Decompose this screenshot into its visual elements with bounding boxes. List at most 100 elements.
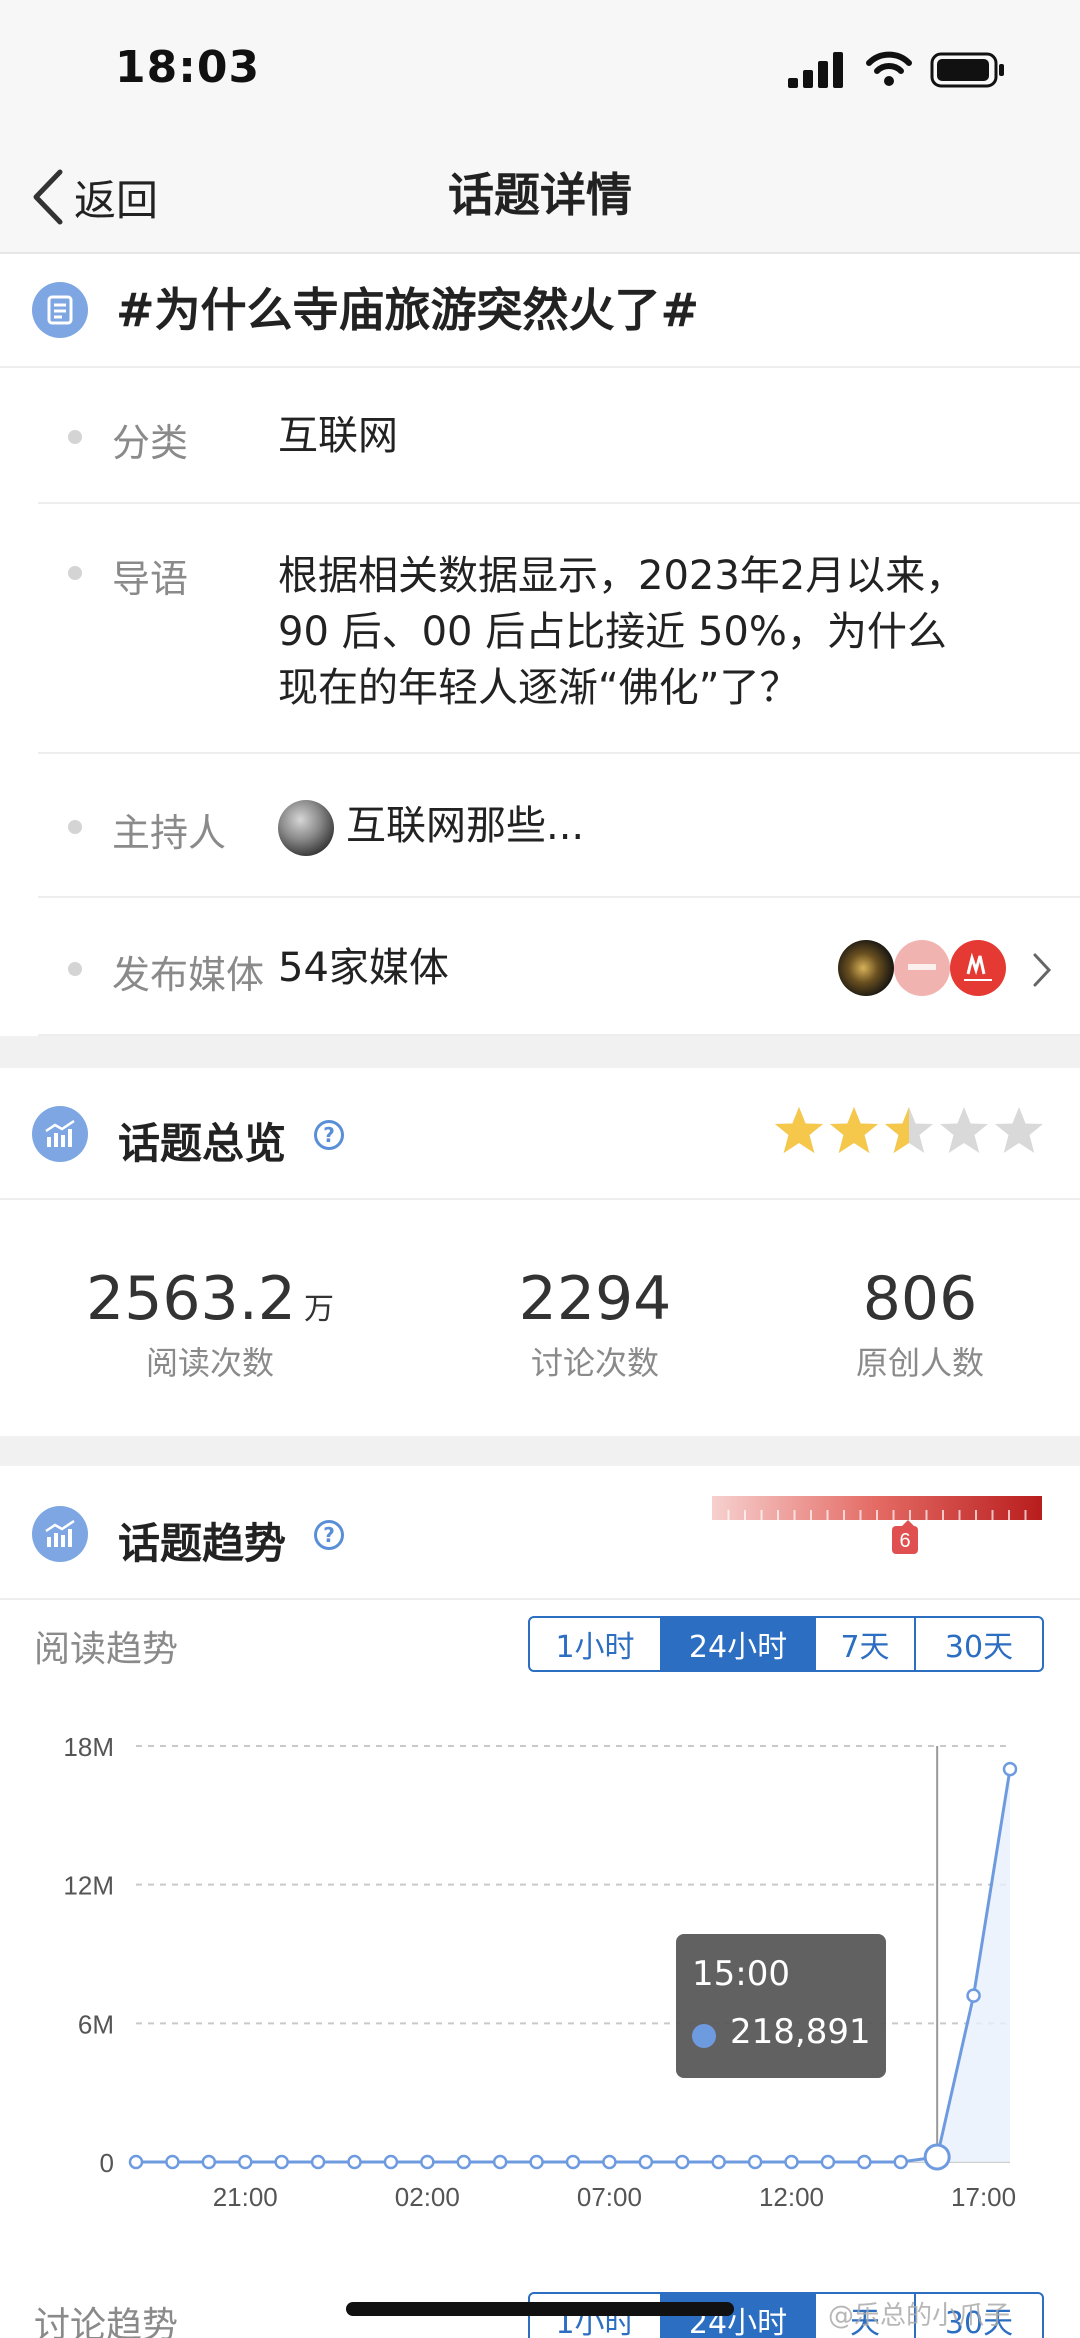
tab-24-hours[interactable]: 24小时: [660, 2294, 814, 2338]
media-logo[interactable]: [894, 940, 950, 996]
overview-title: 话题总览: [118, 1119, 287, 1168]
topic-title: #为什么寺庙旅游突然火了#: [116, 283, 700, 337]
intro-line: 根据相关数据显示，2023年2月以来，: [278, 553, 966, 599]
intro-line: 90 后、00 后占比接近 50%，为什么: [278, 609, 947, 655]
chevron-right-icon[interactable]: [1032, 952, 1052, 988]
data-point[interactable]: [784, 2154, 799, 2170]
home-indicator[interactable]: [346, 2302, 734, 2316]
stat-value: 2294: [518, 1264, 672, 1334]
star-icon: [775, 1107, 823, 1153]
read-trend-tabs: 1小时 24小时 7天 30天: [528, 1616, 1044, 1672]
media-logo[interactable]: [838, 940, 894, 996]
stat-label: 原创人数: [855, 1344, 984, 1382]
data-point[interactable]: [383, 2154, 399, 2170]
data-point[interactable]: [857, 2154, 872, 2170]
category-row: 分类 互联网: [38, 368, 1080, 504]
section-divider: [0, 1436, 1080, 1466]
stat-unit: 万: [303, 1292, 334, 1327]
trend-title: 话题趋势: [118, 1519, 287, 1568]
tooltip-time: 15:00: [692, 1954, 790, 1994]
data-point[interactable]: [310, 2154, 326, 2170]
x-tick-label: 12:00: [759, 2182, 824, 2212]
read-trend-label: 阅读趋势: [34, 1629, 179, 1670]
app-root: 18:03 返回 话题详情 #为什么寺庙旅游突然火了# 分类 互联网 导语 根据…: [0, 0, 1080, 2338]
section-divider: [0, 1036, 1080, 1068]
battery-icon: [930, 52, 1004, 88]
intro-label: 导语: [112, 557, 189, 601]
page-title: 话题详情: [448, 168, 632, 222]
data-point[interactable]: [675, 2154, 690, 2170]
data-point[interactable]: [165, 2154, 180, 2170]
data-point[interactable]: [492, 2154, 508, 2170]
media-count: 54家媒体: [278, 945, 449, 991]
data-point[interactable]: [128, 2154, 144, 2170]
status-time: 18:03: [115, 42, 261, 93]
help-icon[interactable]: ?: [314, 1120, 344, 1150]
data-point[interactable]: [893, 2154, 908, 2170]
data-point[interactable]: [638, 2154, 654, 2170]
data-point[interactable]: [1002, 1761, 1018, 1777]
stat-value: 806: [862, 1264, 978, 1334]
x-tick-label: 02:00: [395, 2182, 460, 2212]
intro-row: 导语 根据相关数据显示，2023年2月以来， 90 后、00 后占比接近 50%…: [38, 504, 1080, 754]
stat-reads: 2563.2 万 阅读次数: [40, 1262, 380, 1384]
help-icon[interactable]: ?: [314, 1520, 344, 1550]
tab-1-hour[interactable]: 1小时: [530, 1618, 660, 1670]
media-label: 发布媒体: [112, 953, 265, 997]
data-point[interactable]: [711, 2154, 726, 2170]
stat-discussions: 2294 讨论次数: [440, 1262, 750, 1384]
chart-icon: [32, 1506, 88, 1562]
chart-tooltip: 15:00 218,891: [676, 1934, 886, 2078]
tooltip-value: 218,891: [730, 2012, 871, 2052]
data-point[interactable]: [747, 2154, 763, 2170]
intro-text: 根据相关数据显示，2023年2月以来， 90 后、00 后占比接近 50%，为什…: [278, 548, 1058, 716]
host-avatar[interactable]: [278, 800, 334, 856]
topic-header: #为什么寺庙旅游突然火了#: [0, 254, 1080, 368]
x-tick-label: 17:00: [951, 2182, 1016, 2212]
host-row[interactable]: 主持人 互联网那些...: [38, 754, 1080, 898]
data-point[interactable]: [274, 2154, 289, 2170]
intro-line: 现在的年轻人逐渐“佛化”了？: [278, 665, 800, 711]
read-trend-chart[interactable]: 0 6M 12M 18M 21:00 02:00 07:00 12:00 17:00: [0, 1700, 1080, 2220]
discuss-trend-label: 讨论趋势: [34, 2305, 179, 2338]
star-icon: [885, 1107, 933, 1153]
watermark: @乐总的小爪子: [828, 2301, 1011, 2331]
data-point[interactable]: [456, 2154, 471, 2170]
data-point[interactable]: [565, 2154, 581, 2170]
star-icon: [830, 1107, 878, 1153]
heat-level: 6: [899, 1530, 910, 1552]
data-point[interactable]: [420, 2154, 435, 2170]
tab-24-hours[interactable]: 24小时: [660, 1618, 814, 1670]
tab-7-days[interactable]: 7天: [814, 1618, 914, 1670]
stat-label: 讨论次数: [530, 1344, 659, 1382]
chart-icon: [32, 1106, 88, 1162]
data-point[interactable]: [238, 2154, 253, 2170]
tab-1-hour[interactable]: 1小时: [530, 2294, 660, 2338]
x-tick-label: 07:00: [577, 2182, 642, 2212]
data-point[interactable]: [966, 1988, 981, 2003]
data-point[interactable]: [529, 2154, 544, 2170]
x-tick-label: 21:00: [213, 2182, 278, 2212]
y-tick-label: 6M: [78, 2009, 114, 2039]
data-point[interactable]: [201, 2154, 217, 2170]
media-logo[interactable]: [950, 940, 1006, 996]
bullet-dot: [68, 430, 82, 444]
media-row[interactable]: 发布媒体 54家媒体: [38, 898, 1080, 1036]
stat-original-authors: 806 原创人数: [770, 1262, 1070, 1384]
status-bar: 18:03: [0, 0, 1080, 140]
star-icon: [995, 1107, 1043, 1153]
data-point[interactable]: [347, 2154, 362, 2170]
bullet-dot: [68, 962, 82, 976]
wifi-icon: [866, 51, 912, 86]
y-tick-label: 0: [100, 2148, 114, 2178]
bullet-dot: [68, 566, 82, 580]
data-point[interactable]: [820, 2154, 836, 2170]
stat-value: 2563.2: [86, 1264, 296, 1334]
data-point[interactable]: [923, 2143, 951, 2171]
category-label: 分类: [112, 421, 189, 465]
host-name[interactable]: 互联网那些...: [346, 798, 584, 854]
tab-30-days[interactable]: 30天: [914, 1618, 1042, 1670]
data-point[interactable]: [602, 2154, 617, 2170]
topic-list-icon: [32, 282, 88, 338]
nav-bar: 返回 话题详情: [0, 140, 1080, 254]
